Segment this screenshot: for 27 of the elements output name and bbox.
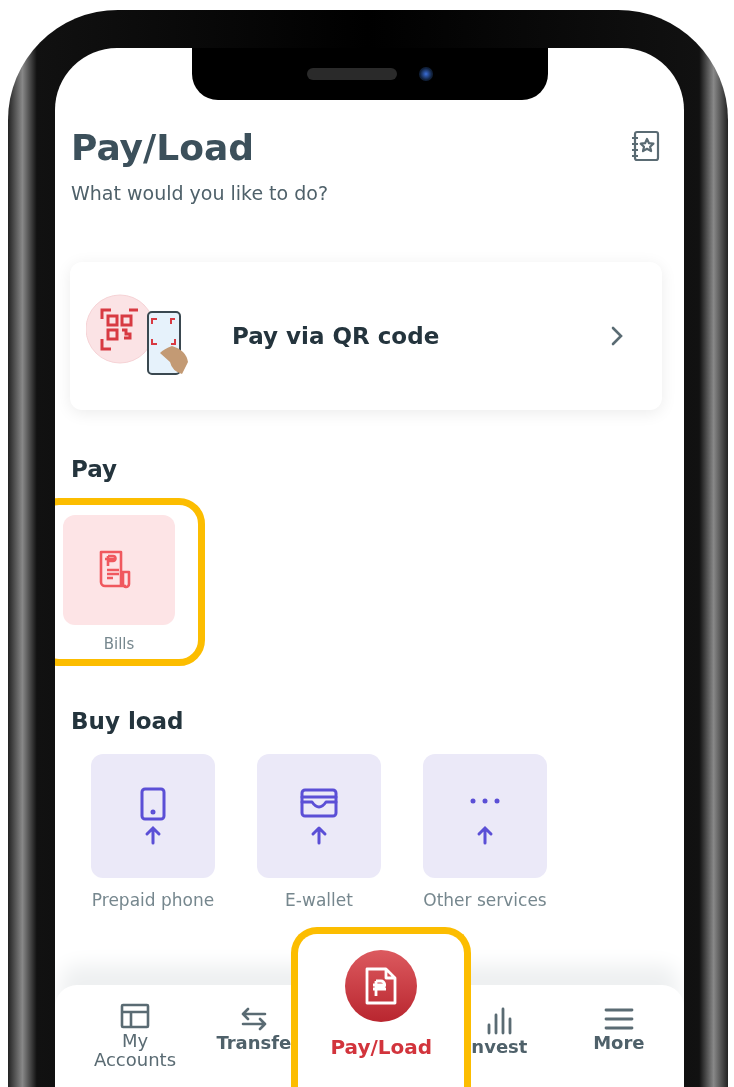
favorites-book-icon[interactable] — [630, 130, 660, 162]
nav-tab[interactable]: Pay/Load — [330, 934, 433, 1087]
section-heading: Pay — [71, 455, 119, 484]
page-title: Pay/Load — [71, 126, 255, 170]
tile-label: Other services — [423, 890, 547, 910]
load-option-tile[interactable] — [91, 754, 215, 878]
transfer-arrows-icon — [239, 1007, 268, 1031]
bar-chart-icon — [485, 1007, 514, 1035]
bills-tile[interactable] — [63, 515, 175, 625]
nav-tab[interactable]: Transfe — [216, 985, 292, 1087]
load-option-tile[interactable] — [257, 754, 381, 878]
layout-icon — [120, 1003, 150, 1029]
tile-label: Bills — [103, 635, 135, 653]
load-option-tile[interactable] — [423, 754, 547, 878]
nav-tab[interactable]: My Accounts — [55, 985, 185, 1087]
nav-tab[interactable]: nvest — [471, 985, 528, 1087]
tile-label: E-wallet — [285, 890, 353, 910]
chevron-right-icon — [610, 325, 624, 347]
menu-icon — [603, 1007, 634, 1031]
section-heading: Buy load — [71, 707, 185, 736]
nav-tab[interactable]: More — [593, 985, 669, 1087]
pay-via-qr-card[interactable]: Pay via QR code — [70, 262, 662, 410]
pay-via-qr-label: Pay via QR code — [232, 323, 441, 349]
phone-upload-icon — [138, 787, 168, 845]
wallet-upload-icon — [299, 787, 339, 845]
page-subtitle: What would you like to do? — [71, 182, 328, 204]
tile-label: Prepaid phone — [91, 890, 215, 910]
